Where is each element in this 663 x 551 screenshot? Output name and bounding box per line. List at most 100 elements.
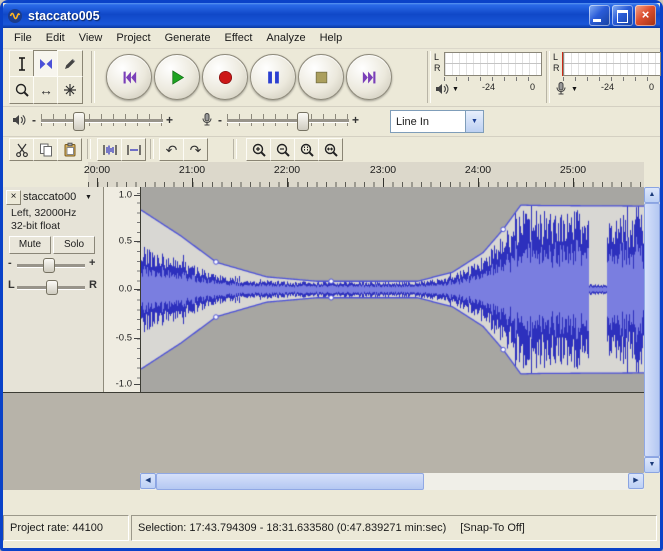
toolbar-separator (546, 51, 550, 103)
redo-icon: ↷ (190, 143, 202, 157)
copy-button[interactable] (33, 138, 58, 161)
trim-icon (102, 142, 118, 158)
title-buttons: × (589, 5, 656, 26)
silence-selection-button[interactable] (121, 138, 146, 161)
minimize-button[interactable] (589, 5, 610, 26)
project-rate-label: Project rate: (10, 522, 69, 534)
horizontal-scroll-thumb[interactable] (156, 473, 424, 490)
scroll-down-button[interactable]: ▼ (644, 457, 660, 473)
horizontal-scrollbar[interactable]: ◀ ▶ (140, 473, 644, 490)
input-meter-dropdown-icon[interactable]: ▼ (571, 86, 578, 93)
skip-to-end-button[interactable] (346, 54, 392, 100)
selection-tool-button[interactable] (9, 50, 35, 78)
pencil-icon (62, 56, 78, 72)
input-source-select[interactable]: Line In ▼ (390, 110, 484, 133)
mute-button[interactable]: Mute (9, 236, 51, 254)
output-meter-bars[interactable] (444, 52, 542, 76)
draw-tool-button[interactable] (57, 50, 83, 78)
waveform-display[interactable] (140, 187, 644, 392)
timeshift-tool-button[interactable]: ↔ (33, 76, 59, 104)
output-volume-slider[interactable] (41, 111, 163, 131)
solo-button[interactable]: Solo (53, 236, 95, 254)
fit-selection-button[interactable] (294, 138, 319, 161)
menu-project[interactable]: Project (109, 30, 157, 46)
empty-track-area[interactable] (3, 393, 644, 473)
maximize-button[interactable] (612, 5, 633, 26)
close-button[interactable]: × (635, 5, 656, 26)
time-label: 22:00 (274, 164, 300, 176)
record-icon (216, 68, 235, 87)
scroll-up-button[interactable]: ▲ (644, 187, 660, 203)
audio-track: × staccato00 ▼ Left, 32000Hz 32-bit floa… (3, 187, 644, 393)
menu-edit[interactable]: Edit (39, 30, 72, 46)
pause-button[interactable] (250, 54, 296, 100)
scroll-left-button[interactable]: ◀ (140, 473, 156, 489)
timeline-ruler[interactable]: 20:00 21:00 22:00 23:00 24:00 25:00 (88, 162, 644, 187)
track-name[interactable]: staccato00 (23, 191, 76, 203)
output-volume-thumb[interactable] (73, 112, 85, 131)
cut-button[interactable] (9, 138, 34, 161)
output-meter-dropdown-icon[interactable]: ▼ (452, 86, 459, 93)
scrollbar-corner (644, 473, 660, 490)
fit-project-button[interactable] (318, 138, 343, 161)
microphone-icon (553, 81, 569, 97)
slider-groove (227, 119, 349, 123)
zoom-out-button[interactable] (270, 138, 295, 161)
menu-analyze[interactable]: Analyze (259, 30, 312, 46)
gain-slider-thumb[interactable] (43, 258, 55, 273)
meter-divider (445, 63, 541, 64)
zoom-in-button[interactable] (246, 138, 271, 161)
input-meter[interactable]: L R -24 0 ▼ (551, 50, 661, 104)
vertical-scroll-thumb[interactable] (644, 203, 660, 457)
input-meter-bars[interactable] (563, 52, 661, 76)
volume-minus-label: - (32, 113, 36, 127)
vruler-label: 0.0 (119, 284, 132, 295)
title-bar[interactable]: staccato005 × (3, 3, 660, 28)
meter-scale-min: -24 (482, 82, 495, 92)
menu-help[interactable]: Help (313, 30, 350, 46)
chevron-down-icon: ▼ (471, 118, 478, 125)
minimize-icon (593, 19, 601, 22)
gain-plus-label: + (89, 257, 95, 269)
paste-button[interactable] (57, 138, 82, 161)
zoom-tool-button[interactable] (9, 76, 35, 104)
play-button[interactable] (154, 54, 200, 100)
undo-button[interactable]: ↶ (159, 138, 184, 161)
menu-effect[interactable]: Effect (217, 30, 259, 46)
input-volume-slider[interactable] (227, 111, 349, 131)
output-meter[interactable]: L R -24 0 ▼ (432, 50, 542, 104)
time-label: 20:00 (84, 164, 110, 176)
mixer-toolbar: - + - + Line In ▼ (3, 106, 660, 137)
ruler-major-tick (383, 178, 384, 187)
stop-button[interactable] (298, 54, 344, 100)
meter-left-label: L (553, 52, 558, 62)
pan-slider[interactable] (17, 286, 85, 290)
trim-outside-selection-button[interactable] (97, 138, 122, 161)
meter-left-label: L (434, 52, 439, 62)
pan-right-label: R (89, 279, 97, 291)
track-menu-icon[interactable]: ▼ (85, 194, 92, 201)
redo-button[interactable]: ↷ (183, 138, 208, 161)
envelope-tool-button[interactable] (33, 50, 59, 78)
envelope-icon (38, 56, 54, 72)
menu-view[interactable]: View (72, 30, 110, 46)
input-source-value: Line In (391, 116, 465, 128)
menu-file[interactable]: File (7, 30, 39, 46)
copy-icon (38, 142, 54, 158)
scroll-right-button[interactable]: ▶ (628, 473, 644, 489)
pan-slider-thumb[interactable] (46, 280, 58, 295)
input-volume-thumb[interactable] (297, 112, 309, 131)
record-button[interactable] (202, 54, 248, 100)
speaker-icon (434, 81, 450, 97)
skip-to-start-button[interactable] (106, 54, 152, 100)
menu-generate[interactable]: Generate (158, 30, 218, 46)
status-bar: Project rate: 44100 Selection: 17:43.794… (3, 515, 660, 543)
meter-right-label: R (434, 63, 441, 73)
combo-dropdown-button[interactable]: ▼ (465, 111, 483, 132)
stop-icon (312, 68, 331, 87)
track-close-button[interactable]: × (6, 190, 21, 205)
vertical-scrollbar[interactable]: ▲ ▼ (644, 187, 660, 473)
project-rate-value: 44100 (72, 522, 103, 534)
gain-slider[interactable] (17, 264, 85, 268)
multi-tool-button[interactable] (57, 76, 83, 104)
